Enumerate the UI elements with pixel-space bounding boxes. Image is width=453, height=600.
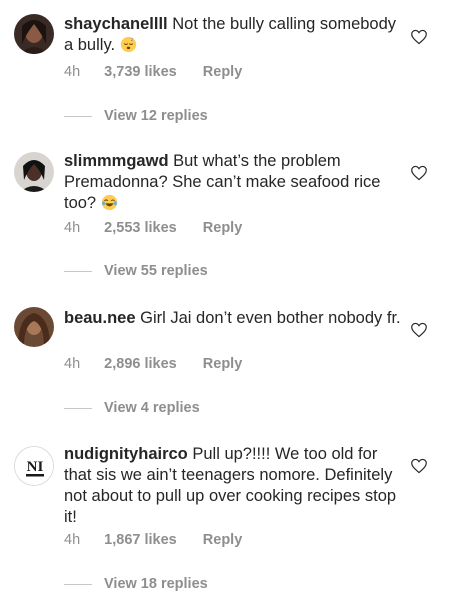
view-replies-label: View 18 replies: [104, 576, 208, 592]
comment-username[interactable]: slimmmgawd: [64, 152, 169, 170]
reply-button[interactable]: Reply: [203, 356, 243, 372]
brand-logo: NI: [15, 447, 53, 485]
reply-divider: [64, 583, 92, 585]
heart-icon[interactable]: [410, 29, 428, 45]
comment-time: 4h: [64, 64, 81, 80]
svg-text:NI: NI: [27, 459, 44, 475]
comment-username[interactable]: shaychanellll: [64, 15, 168, 33]
comment-text: Girl Jai don’t even bother nobody fr.: [140, 309, 401, 327]
avatar[interactable]: [14, 307, 54, 347]
avatar[interactable]: [14, 14, 54, 54]
view-replies-button[interactable]: View 4 replies: [64, 400, 200, 416]
view-replies-button[interactable]: View 18 replies: [64, 576, 208, 592]
comment-likes[interactable]: 3,739 likes: [104, 64, 177, 80]
comment-username[interactable]: beau.nee: [64, 309, 136, 327]
reply-button[interactable]: Reply: [203, 220, 243, 236]
tears-of-joy-emoji: [101, 194, 117, 211]
reply-divider: [64, 270, 92, 272]
view-replies-label: View 12 replies: [104, 108, 208, 124]
view-replies-button[interactable]: View 12 replies: [64, 108, 208, 124]
comment-likes[interactable]: 2,896 likes: [104, 356, 177, 372]
comment-likes[interactable]: 2,553 likes: [104, 220, 177, 236]
reply-divider: [64, 115, 92, 117]
view-replies-label: View 4 replies: [104, 400, 200, 416]
view-replies-label: View 55 replies: [104, 263, 208, 279]
reply-divider: [64, 407, 92, 409]
comment-likes[interactable]: 1,867 likes: [104, 532, 177, 548]
reply-button[interactable]: Reply: [203, 64, 243, 80]
heart-icon[interactable]: [410, 165, 428, 181]
comment-time: 4h: [64, 356, 81, 372]
heart-icon[interactable]: [410, 458, 428, 474]
avatar[interactable]: [14, 152, 54, 192]
comment-time: 4h: [64, 220, 81, 236]
view-replies-button[interactable]: View 55 replies: [64, 263, 208, 279]
reply-button[interactable]: Reply: [203, 532, 243, 548]
comment-username[interactable]: nudignityhairco: [64, 445, 188, 463]
comment-time: 4h: [64, 532, 81, 548]
sleeping-face-emoji: z: [120, 36, 136, 53]
avatar[interactable]: NI: [14, 446, 54, 486]
heart-icon[interactable]: [410, 322, 428, 338]
